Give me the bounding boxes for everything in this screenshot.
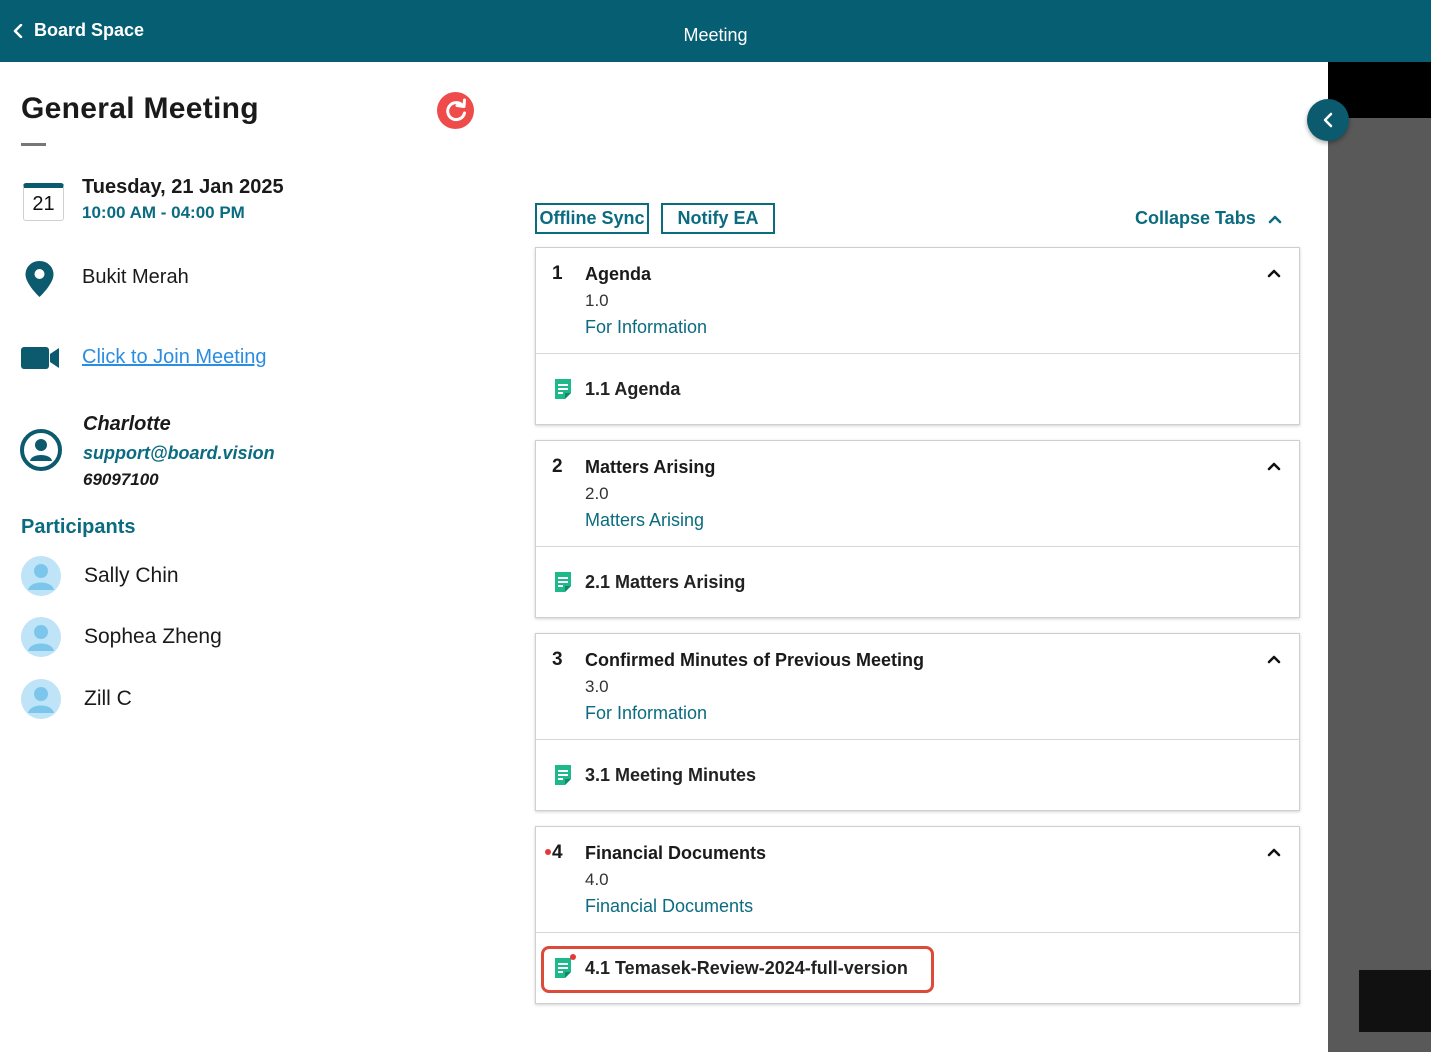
document-icon [555,958,571,978]
agenda-subtitle: Financial Documents [585,896,754,916]
agenda-number: 4 [552,842,563,863]
participant-item: Sally Chin [20,555,179,597]
side-panel [1328,62,1431,1052]
chevron-up-icon [1268,215,1281,223]
participants-heading: Participants [21,516,136,538]
contact-email[interactable]: support@board.vision [83,443,275,464]
video-camera-icon [21,347,59,369]
unread-indicator [570,954,576,960]
chevron-up-icon[interactable] [1267,461,1281,471]
agenda-title: Agenda [585,264,652,284]
join-meeting-link[interactable]: Click to Join Meeting [82,346,267,369]
agenda-number: 3 [552,649,563,670]
collapse-tabs-label: Collapse Tabs [1135,208,1256,228]
agenda-subtitle: For Information [585,317,708,337]
calendar-day: 21 [32,192,55,215]
agenda-number: 1 [552,263,563,284]
agenda-card: 1 Agenda 1.0 For Information 1.1 Agenda [535,247,1300,425]
avatar-icon [21,556,61,596]
participant-item: Zill C [20,678,132,720]
document-label: 2.1 Matters Arising [585,571,746,592]
agenda-card-header[interactable]: 4 Financial Documents 4.0 Financial Docu… [536,827,1299,933]
agenda-card-header[interactable]: 1 Agenda 1.0 For Information [536,248,1299,354]
agenda-version: 3.0 [585,677,609,696]
agenda-title: Matters Arising [585,457,716,477]
avatar-icon [21,679,61,719]
participant-name: Sally Chin [84,564,179,587]
title-divider [21,143,46,146]
contact-name: Charlotte [83,413,171,435]
agenda-subtitle: Matters Arising [585,510,705,530]
agenda-document-item[interactable]: 2.1 Matters Arising [536,547,1299,617]
location-pin-icon [25,261,54,297]
document-label: 4.1 Temasek-Review-2024-full-version [585,957,908,978]
refresh-icon [445,98,466,121]
agenda-version: 1.0 [585,291,609,310]
agenda-title: Confirmed Minutes of Previous Meeting [585,650,925,670]
agenda-number: 2 [552,456,563,477]
notify-ea-button[interactable]: Notify EA [661,203,775,234]
document-label: 3.1 Meeting Minutes [585,764,757,785]
document-label: 1.1 Agenda [585,378,681,399]
agenda-card-header[interactable]: 3 Confirmed Minutes of Previous Meeting … [536,634,1299,740]
chevron-left-icon [1323,112,1333,128]
chevron-up-icon[interactable] [1267,654,1281,664]
refresh-button[interactable] [437,92,474,129]
meeting-time: 10:00 AM - 04:00 PM [82,203,245,222]
document-icon [555,379,571,399]
meeting-location: Bukit Merah [82,266,189,288]
collapse-tabs-button[interactable]: Collapse Tabs [1135,208,1282,229]
chevron-up-icon[interactable] [1267,847,1281,857]
agenda-card-header[interactable]: 2 Matters Arising 2.0 Matters Arising [536,441,1299,547]
avatar-icon [21,617,61,657]
agenda-document-item[interactable]: 3.1 Meeting Minutes [536,740,1299,810]
calendar-icon: 21 [23,183,64,221]
toggle-panel-button[interactable] [1307,99,1349,141]
top-bar: Board Space Meeting [0,0,1431,62]
page-header-title: Meeting [683,25,748,45]
agenda-version: 2.0 [585,484,609,503]
meeting-date: Tuesday, 21 Jan 2025 [82,176,284,198]
document-icon [555,572,571,592]
contact-phone: 69097100 [83,470,159,489]
agenda-card: 2 Matters Arising 2.0 Matters Arising 2.… [535,440,1300,618]
document-icon [555,765,571,785]
agenda-title: Financial Documents [585,843,767,863]
agenda-version: 4.0 [585,870,609,889]
document-icon-wrap [553,954,576,979]
agenda-document-item[interactable]: 4.1 Temasek-Review-2024-full-version [536,933,1299,1003]
offline-sync-button[interactable]: Offline Sync [535,203,649,234]
agenda-document-item[interactable]: 1.1 Agenda [536,354,1299,424]
agenda-card: 3 Confirmed Minutes of Previous Meeting … [535,633,1300,811]
agenda-card: 4 Financial Documents 4.0 Financial Docu… [535,826,1300,1004]
user-circle-icon [20,429,62,471]
participant-item: Sophea Zheng [20,616,222,658]
unread-indicator [545,849,551,855]
chevron-up-icon[interactable] [1267,268,1281,278]
meeting-title: General Meeting [21,92,259,125]
participant-name: Zill C [84,687,132,710]
side-panel-bottom [1359,970,1431,1032]
agenda-subtitle: For Information [585,703,708,723]
participant-name: Sophea Zheng [84,625,222,648]
